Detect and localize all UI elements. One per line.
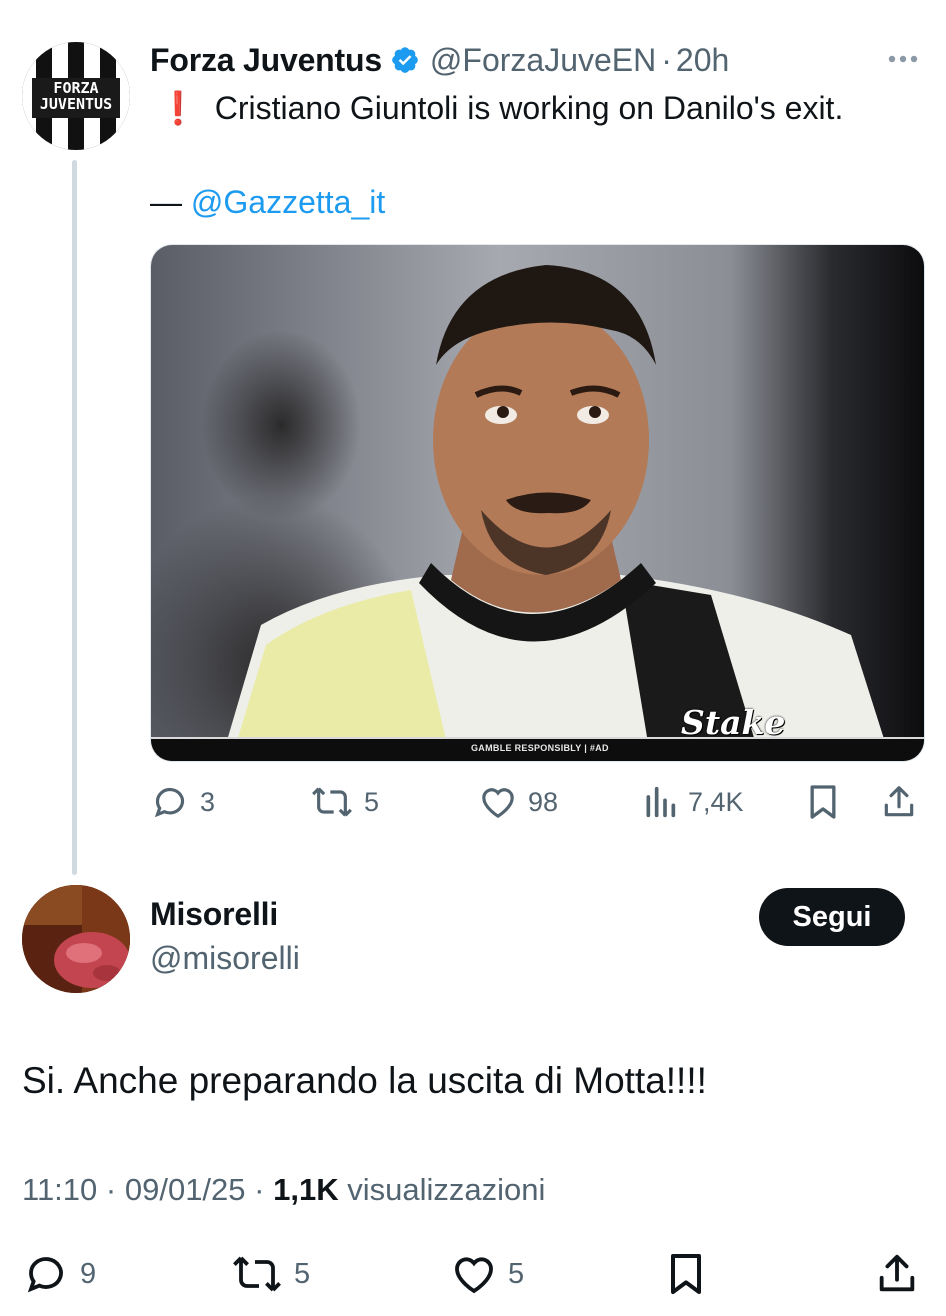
follow-button[interactable]: Segui (759, 888, 905, 946)
tweet-body: Cristiano Giuntoli is working on Danilo'… (214, 90, 844, 126)
author-handle[interactable]: @ForzaJuveEN (430, 42, 656, 79)
views-button[interactable]: 7,4K (642, 782, 744, 822)
reply-retweet-button[interactable]: 5 (230, 1250, 310, 1298)
reply-icon (22, 1250, 70, 1298)
quote-source-line: — @Gazzetta_it (150, 180, 385, 224)
misorelli-avatar[interactable] (22, 885, 130, 993)
more-options-icon[interactable] (886, 44, 920, 79)
views-label: visualizzazioni (347, 1172, 546, 1207)
reply-retweet-count: 5 (294, 1257, 311, 1290)
separator-dot: · (661, 41, 672, 78)
reply-date[interactable]: 09/01/25 (125, 1172, 246, 1207)
forza-juventus-avatar[interactable]: FORZA JUVENTUS (22, 42, 130, 150)
reply-share-button[interactable] (874, 1250, 920, 1298)
reply-count: 3 (200, 786, 216, 817)
original-tweet-actions: 3 5 98 7,4K (150, 782, 920, 822)
bookmark-button[interactable] (805, 782, 841, 822)
meta-separator-1: · (105, 1172, 117, 1207)
heart-icon (450, 1250, 498, 1298)
reply-reply-button[interactable]: 9 (22, 1250, 96, 1298)
stake-watermark: Stake (681, 703, 786, 742)
like-button[interactable]: 98 (478, 782, 558, 822)
retweet-button[interactable]: 5 (310, 782, 379, 822)
retweet-count: 5 (364, 786, 380, 817)
reply-views-count: 1,1K (273, 1172, 339, 1207)
reply-author-handle[interactable]: @misorelli (150, 940, 300, 977)
views-count: 7,4K (688, 786, 744, 817)
reply-like-count: 5 (508, 1257, 525, 1290)
reply-meta: 11:10 · 09/01/25 · 1,1K visualizzazioni (22, 1172, 545, 1208)
heart-icon (478, 782, 518, 822)
bookmark-icon (805, 782, 841, 822)
tweet-header: Forza Juventus @ForzaJuveEN · 20h (150, 38, 729, 82)
reply-author-name[interactable]: Misorelli (150, 896, 278, 933)
reply-time[interactable]: 11:10 (22, 1172, 97, 1207)
reply-reply-count: 9 (80, 1257, 97, 1290)
avatar-text-line2: JUVENTUS (39, 95, 113, 113)
author-name[interactable]: Forza Juventus (150, 42, 382, 79)
analytics-icon (642, 782, 678, 822)
reply-like-button[interactable]: 5 (450, 1250, 524, 1298)
retweet-icon (310, 782, 354, 822)
reply-text: Si. Anche preparando la uscita di Motta!… (22, 1060, 707, 1101)
retweet-icon (230, 1250, 284, 1298)
alert-icon: ❗ (158, 90, 198, 126)
share-icon (880, 782, 918, 822)
reply-bookmark-button[interactable] (664, 1250, 708, 1298)
share-button[interactable] (880, 782, 918, 822)
thread-connector-line (72, 160, 77, 875)
avatar-text-line1: FORZA (53, 79, 99, 97)
verified-badge-icon (390, 45, 420, 75)
reply-button[interactable]: 3 (150, 782, 215, 822)
tweet-time[interactable]: 20h (676, 42, 729, 79)
reply-icon (150, 782, 190, 822)
like-count: 98 (528, 786, 559, 817)
gamble-disclaimer: GAMBLE RESPONSIBLY | #AD (471, 743, 609, 753)
share-icon (874, 1250, 920, 1298)
gazzetta-mention-link[interactable]: @Gazzetta_it (191, 184, 385, 220)
tweet-media-image[interactable]: Stake GAMBLE RESPONSIBLY | #AD (150, 244, 925, 762)
reply-actions: 9 5 5 (22, 1250, 922, 1298)
meta-separator-2: · (254, 1172, 265, 1207)
bookmark-icon (664, 1250, 708, 1298)
tweet-text: ❗ Cristiano Giuntoli is working on Danil… (158, 86, 843, 130)
quote-dash: — (150, 184, 182, 220)
